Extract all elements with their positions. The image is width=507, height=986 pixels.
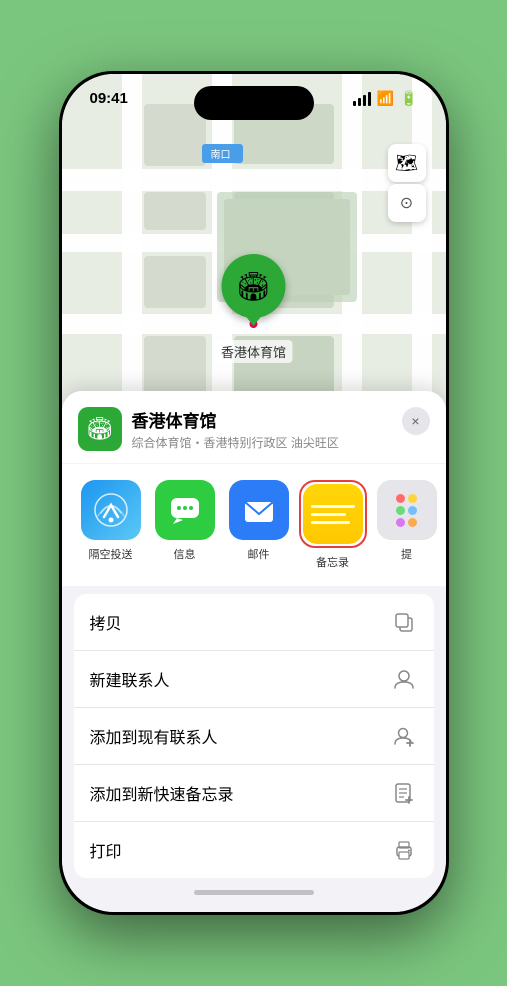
action-new-contact[interactable]: 新建联系人 <box>74 651 434 708</box>
venue-header: 🏟 香港体育馆 综合体育馆・香港特别行政区 油尖旺区 × <box>62 391 446 463</box>
wifi-icon: 📶 <box>377 90 394 107</box>
mail-icon <box>229 480 289 540</box>
venue-subtitle: 综合体育馆・香港特别行政区 油尖旺区 <box>132 434 392 451</box>
notes-line-3 <box>311 521 351 524</box>
map-controls[interactable]: 🗺 ⊙ <box>388 144 426 222</box>
battery-icon: 🔋 <box>400 90 417 107</box>
message-icon <box>155 480 215 540</box>
more-dots-grid <box>396 494 417 527</box>
more-icon <box>377 480 437 540</box>
message-label: 信息 <box>174 546 196 562</box>
print-icon <box>390 836 418 864</box>
add-note-icon <box>390 779 418 807</box>
map-nankuo-label: 南口 <box>202 144 243 163</box>
dynamic-island <box>194 86 314 120</box>
close-button[interactable]: × <box>402 407 430 435</box>
add-existing-label: 添加到现有联系人 <box>90 724 218 748</box>
airdrop-svg <box>94 493 128 527</box>
status-icons: 📶 🔋 <box>353 90 418 107</box>
location-button[interactable]: ⊙ <box>388 184 426 222</box>
home-bar <box>194 890 314 895</box>
venue-logo: 🏟 <box>78 407 122 451</box>
phone-frame: 09:41 📶 🔋 <box>59 71 449 915</box>
venue-pin: 🏟 香港体育馆 <box>215 254 292 363</box>
action-add-note[interactable]: 添加到新快速备忘录 <box>74 765 434 822</box>
notes-icon <box>303 484 363 544</box>
stadium-icon: 🏟 <box>236 270 272 303</box>
share-item-more[interactable]: 提 <box>370 480 444 570</box>
notes-line-2 <box>311 513 346 516</box>
map-view-button[interactable]: 🗺 <box>388 144 426 182</box>
notes-highlight-border <box>299 480 367 548</box>
mail-label: 邮件 <box>248 546 270 562</box>
location-icon: ⊙ <box>400 193 413 213</box>
pin-bubble: 🏟 <box>221 254 285 318</box>
add-note-label: 添加到新快速备忘录 <box>90 781 234 805</box>
share-item-message[interactable]: 信息 <box>148 480 222 570</box>
map-icon: 🗺 <box>395 153 418 174</box>
copy-icon <box>390 608 418 636</box>
venue-title: 香港体育馆 <box>132 407 392 432</box>
phone-screen: 09:41 📶 🔋 <box>62 74 446 912</box>
print-label: 打印 <box>90 838 122 862</box>
mail-svg <box>241 492 277 528</box>
notes-line-1 <box>311 505 355 508</box>
action-list: 拷贝 新建联系人 <box>74 594 434 878</box>
status-time: 09:41 <box>90 90 128 107</box>
airdrop-label: 隔空投送 <box>89 546 133 562</box>
notes-label: 备忘录 <box>316 554 349 570</box>
new-contact-label: 新建联系人 <box>90 667 170 691</box>
new-contact-icon <box>390 665 418 693</box>
home-indicator <box>62 878 446 912</box>
share-item-airdrop[interactable]: 隔空投送 <box>74 480 148 570</box>
more-label: 提 <box>401 546 412 562</box>
share-item-notes[interactable]: 备忘录 <box>296 480 370 570</box>
share-item-mail[interactable]: 邮件 <box>222 480 296 570</box>
action-copy[interactable]: 拷贝 <box>74 594 434 651</box>
add-existing-icon <box>390 722 418 750</box>
venue-name-on-map: 香港体育馆 <box>215 340 292 363</box>
signal-icon <box>353 92 371 106</box>
action-add-existing[interactable]: 添加到现有联系人 <box>74 708 434 765</box>
message-svg <box>167 492 203 528</box>
airdrop-icon <box>81 480 141 540</box>
venue-info: 香港体育馆 综合体育馆・香港特别行政区 油尖旺区 <box>132 407 392 451</box>
bottom-sheet: 🏟 香港体育馆 综合体育馆・香港特别行政区 油尖旺区 × <box>62 391 446 912</box>
action-print[interactable]: 打印 <box>74 822 434 878</box>
share-row: 隔空投送 信息 <box>62 464 446 586</box>
copy-label: 拷贝 <box>90 610 122 634</box>
venue-logo-icon: 🏟 <box>86 416 114 442</box>
